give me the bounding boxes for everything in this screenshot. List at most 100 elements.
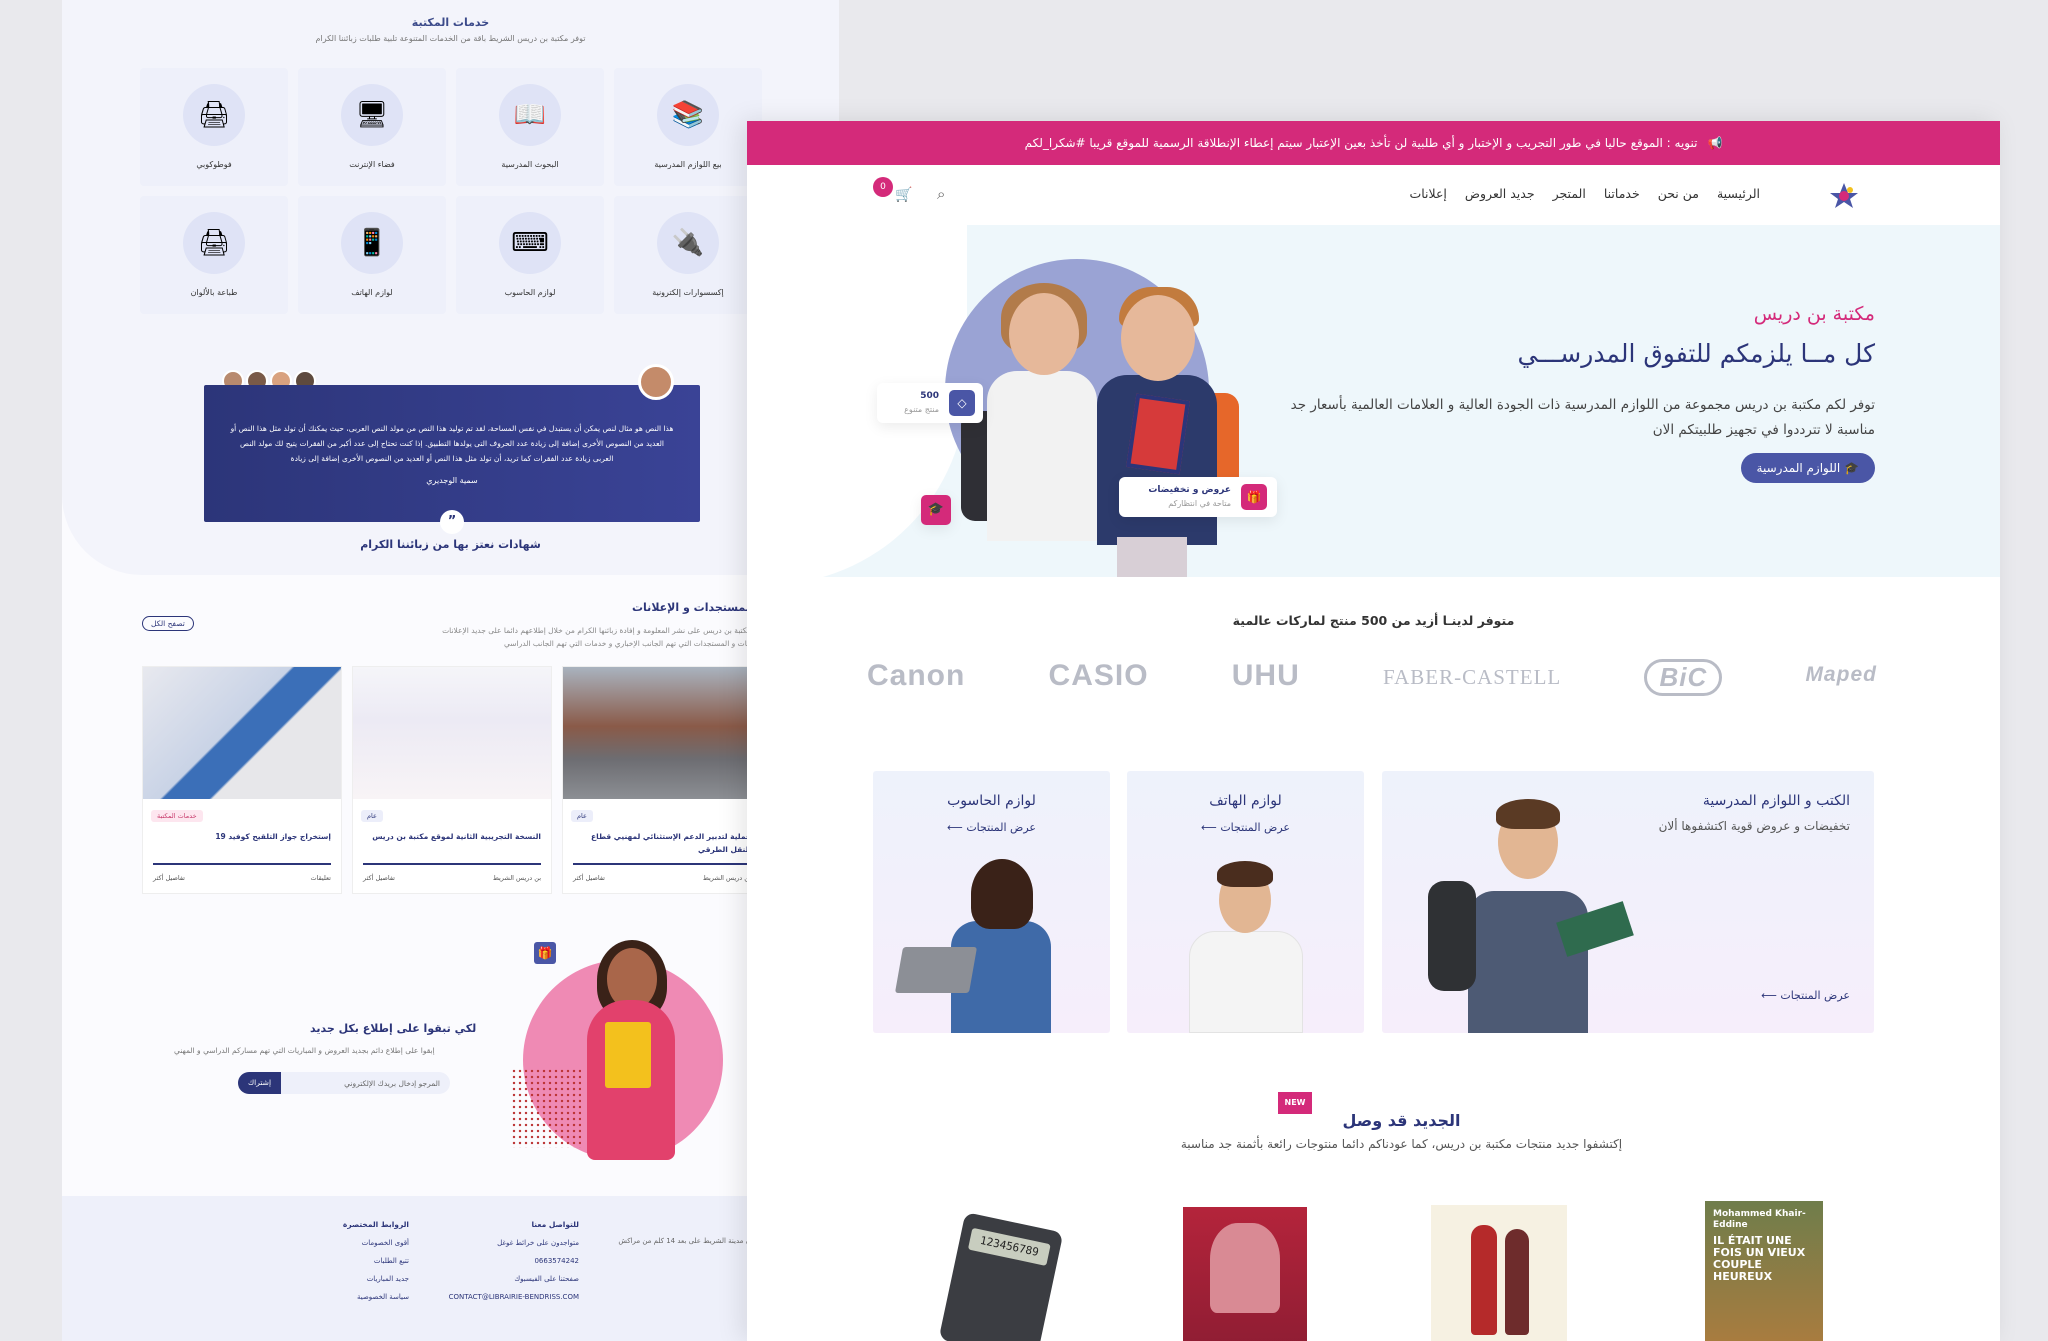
service-card[interactable]: 🖥 فضاء الإنترنت (298, 68, 446, 186)
category-description: تخفيضات و عروض قوية اكتشفوها ألان (1658, 819, 1850, 833)
product-book[interactable] (1183, 1207, 1307, 1341)
news-card-meta: بن دريس الشريط تفاصيل أكثر (363, 874, 541, 882)
search-icon[interactable]: ⌕ (937, 185, 945, 203)
testimonial-author: سمية الوجديري (426, 476, 478, 485)
news-card-meta: تعليقات تفاصيل أكثر (153, 874, 331, 882)
service-card[interactable]: 🔌 إكسسوارات إلكترونية (614, 196, 762, 314)
service-card[interactable]: 🖨 فوطوكوبي (140, 68, 288, 186)
calculator-image: 123456789 (938, 1212, 1064, 1341)
background-page-preview: خدمات المكتبة توفر مكتبة بن دريس الشريط … (62, 0, 839, 1341)
nav-item-home[interactable]: الرئيسية (1717, 186, 1760, 201)
footer-contact-item[interactable]: 0663574242 (419, 1252, 579, 1270)
offers-card: 🎁 عروض و تخفيضات متاحة في انتظاركم (1119, 477, 1277, 517)
footer-contact-item[interactable]: متواجدون على خرائط غوغل (419, 1234, 579, 1252)
author-label: بن دريس الشريط (492, 874, 541, 882)
nav-item-announcements[interactable]: إعلانات (1409, 186, 1446, 201)
avatar (638, 364, 674, 400)
products-count-label: منتج متنوع (904, 405, 939, 414)
gift-icon: 🎁 (534, 942, 556, 964)
brand-logo-casio[interactable]: CASIO (1049, 659, 1149, 696)
category-badge[interactable]: خدمات المكتبة (151, 810, 203, 822)
product-book[interactable] (1431, 1205, 1567, 1341)
school-supplies-button[interactable]: 🎓 اللوازم المدرسية (1740, 453, 1875, 483)
details-link[interactable]: تفاصيل أكثر (573, 874, 605, 882)
news-card[interactable]: خدمات المكتبة إستخراج جواز التلقيح كوفيد… (142, 666, 342, 894)
site-logo[interactable] (1828, 181, 1860, 209)
new-arrivals-title: الجديد قد وصل (1342, 1111, 1461, 1130)
footer-contact-item[interactable]: CONTACT@LIBRAIRIE-BENDRISS.COM (419, 1288, 579, 1306)
category-title: لوازم الحاسوب (947, 793, 1036, 809)
hero-boy-head (1121, 295, 1195, 381)
details-link[interactable]: تفاصيل أكثر (153, 874, 185, 882)
nav-item-services[interactable]: خدماتنا (1604, 186, 1640, 201)
products-count-card: ◇ 500 منتج متنوع (877, 383, 983, 423)
brands-title: متوفر لدينـا أزيد من 500 منتج لماركات عا… (1232, 613, 1515, 628)
view-products-link[interactable]: عرض المنتجات ⟵ (1761, 989, 1850, 1002)
news-card-title[interactable]: عملية لتدبير الدعم الإستثنائي لمهنيي قطا… (573, 830, 751, 856)
news-card[interactable]: عام النسخة التجريبية الثانية لموقع مكتبة… (352, 666, 552, 894)
footer-link[interactable]: جديد المباريات (289, 1270, 409, 1288)
footer-contact-item[interactable]: صفحتنا على الفيسبوك (419, 1270, 579, 1288)
new-arrivals-subtitle: إكتشفوا جديد منتجات مكتبة بن دريس، كما ع… (1180, 1137, 1623, 1151)
phone-icon: 📱 (341, 212, 403, 274)
news-card-title[interactable]: إستخراج جواز التلقيح كوفيد 19 (153, 830, 331, 843)
footer-contact: للتواصل معنا متواجدون على خرائط غوغل 066… (419, 1216, 579, 1306)
category-card-books[interactable]: الكتب و اللوازم المدرسية تخفيضات و عروض … (1382, 771, 1874, 1033)
cart-count-badge[interactable]: 0 (873, 177, 893, 197)
book-author: Mohammed Khair-Eddine (1713, 1209, 1806, 1230)
offers-label: متاحة في انتظاركم (1168, 499, 1231, 508)
calculator-display: 123456789 (967, 1227, 1051, 1266)
view-products-label: عرض المنتجات (966, 821, 1036, 834)
news-card[interactable]: عام عملية لتدبير الدعم الإستثنائي لمهنيي… (562, 666, 762, 894)
service-card[interactable]: 🖨 طباعة بالألوان (140, 196, 288, 314)
news-card-title[interactable]: النسخة التجريبية الثانية لموقع مكتبة بن … (363, 830, 541, 843)
service-card[interactable]: 📚 بيع اللوازم المدرسية (614, 68, 762, 186)
main-nav: الرئيسية من نحن خدماتنا المتجر جديد العر… (1409, 186, 1760, 201)
brand-logo-uhu[interactable]: UHU (1232, 659, 1300, 696)
email-field[interactable]: المرجو إدخال بريدك الإلكتروني (344, 1079, 450, 1088)
category-card-phone[interactable]: لوازم الهاتف عرض المنتجات ⟵ (1127, 771, 1364, 1033)
books-icon: 📖 (499, 84, 561, 146)
graduation-cap-icon: 🎓 (1844, 461, 1859, 475)
brand-logo-faber-castell[interactable]: FABER-CASTELL (1383, 659, 1561, 696)
book-title: IL ÉTAIT UNE FOIS UN VIEUX COUPLE HEUREU… (1713, 1234, 1806, 1283)
nav-item-offers[interactable]: جديد العروض (1465, 186, 1535, 201)
author-label: تعليقات (310, 874, 331, 882)
category-card-computer[interactable]: لوازم الحاسوب عرض المنتجات ⟵ (873, 771, 1110, 1033)
quote-icon: ” (440, 510, 464, 534)
brand-logo-canon[interactable]: Canon (867, 659, 965, 696)
hero-girl-head (1009, 293, 1079, 375)
navbar: الرئيسية من نحن خدماتنا المتجر جديد العر… (747, 165, 2000, 225)
services-grid: 📚 بيع اللوازم المدرسية 📖 البحوث المدرسية 🖥… (140, 68, 762, 314)
product-calculator[interactable]: 123456789 (933, 1201, 1064, 1341)
brand-logo-maped[interactable]: Maped (1805, 659, 1877, 696)
service-card[interactable]: 📱 لوازم الهاتف (298, 196, 446, 314)
category-badge[interactable]: عام (571, 810, 593, 822)
footer-link[interactable]: تتبع الطلبات (289, 1252, 409, 1270)
decorative-dots (511, 1068, 581, 1148)
view-products-link[interactable]: عرض المنتجات ⟵ (1127, 821, 1364, 834)
news-image-trucks (563, 667, 761, 799)
brand-logo-bic[interactable]: BiC (1644, 659, 1723, 696)
book-cover-figures (1471, 1225, 1497, 1335)
nav-item-shop[interactable]: المتجر (1553, 186, 1586, 201)
subscribe-button[interactable]: إشتراك (238, 1072, 282, 1094)
laptop (894, 947, 978, 993)
service-label: فضاء الإنترنت (349, 160, 395, 169)
product-book[interactable]: Mohammed Khair-Eddine IL ÉTAIT UNE FOIS … (1705, 1201, 1823, 1341)
view-products-link[interactable]: عرض المنتجات ⟵ (873, 821, 1110, 834)
testimonial-text: هذا النص هو مثال لنص يمكن أن يستبدل في ن… (230, 424, 674, 463)
cart-icon[interactable]: 🛒 (895, 187, 912, 203)
details-link[interactable]: تفاصيل أكثر (363, 874, 395, 882)
category-badge[interactable]: عام (361, 810, 383, 822)
nav-item-about[interactable]: من نحن (1658, 186, 1699, 201)
pc-accessories-icon: ⌨ (499, 212, 561, 274)
service-card[interactable]: 📖 البحوث المدرسية (456, 68, 604, 186)
hero-section: ◇ 500 منتج متنوع 🎁 عروض و تخفيضات متاحة … (747, 225, 2000, 577)
browse-all-button[interactable]: تصفح الكل (142, 616, 194, 631)
footer-link[interactable]: سياسة الخصوصية (289, 1288, 409, 1306)
footer-link[interactable]: أقوى الخصومات (289, 1234, 409, 1252)
color-printer-icon: 🖨 (183, 212, 245, 274)
service-label: البحوث المدرسية (501, 160, 559, 169)
service-card[interactable]: ⌨ لوازم الحاسوب (456, 196, 604, 314)
